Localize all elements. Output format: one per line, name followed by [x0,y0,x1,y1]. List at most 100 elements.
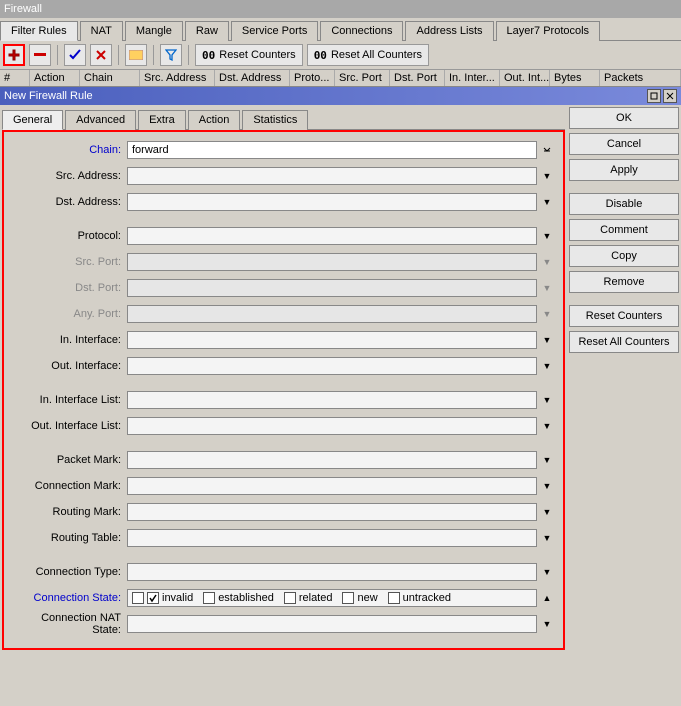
dialog-body: General Advanced Extra Action Statistics… [0,105,681,652]
out-interface-list-input[interactable] [127,417,537,435]
col-proto[interactable]: Proto... [290,70,335,86]
routing-mark-toggle[interactable]: ▼ [539,503,555,521]
dialog-close-button[interactable] [663,89,677,103]
col-src-address[interactable]: Src. Address [140,70,215,86]
chain-input[interactable] [127,141,537,159]
connection-state-toggle[interactable]: ▲ [539,589,555,607]
dialog-titlebar: New Firewall Rule [0,87,681,105]
dtab-extra[interactable]: Extra [138,110,186,130]
reset-all-counters-button[interactable]: 00 Reset All Counters [307,44,429,66]
connection-mark-input[interactable] [127,477,537,495]
protocol-toggle[interactable]: ▼ [539,227,555,245]
tab-connections[interactable]: Connections [320,21,403,41]
disable-button[interactable]: Disable [569,193,679,215]
apply-button[interactable]: Apply [569,159,679,181]
established-checkbox[interactable] [203,592,215,604]
dst-address-toggle[interactable]: ▼ [539,193,555,211]
untracked-label: untracked [403,592,451,604]
in-interface-input[interactable] [127,331,537,349]
remove-button[interactable]: Remove [569,271,679,293]
col-action[interactable]: Action [30,70,80,86]
col-num[interactable]: # [0,70,30,86]
col-dst-port[interactable]: Dst. Port [390,70,445,86]
protocol-input[interactable] [127,227,537,245]
invalid-neg-checkbox[interactable] [132,592,144,604]
reset-counters-button[interactable]: 00 Reset Counters [195,44,303,66]
invalid-checkbox[interactable] [147,592,159,604]
disable-button[interactable] [90,44,112,66]
connection-mark-toggle[interactable]: ▼ [539,477,555,495]
src-port-label: Src. Port: [12,256,127,268]
packet-mark-toggle[interactable]: ▼ [539,451,555,469]
reset-all-counters-button[interactable]: Reset All Counters [569,331,679,353]
tab-filter-rules[interactable]: Filter Rules [0,21,78,41]
comment-button[interactable] [125,44,147,66]
untracked-checkbox[interactable] [388,592,400,604]
dtab-advanced[interactable]: Advanced [65,110,136,130]
in-interface-list-toggle[interactable]: ▼ [539,391,555,409]
src-address-input[interactable] [127,167,537,185]
add-button[interactable] [3,44,25,66]
connection-type-toggle[interactable]: ▼ [539,563,555,581]
toolbar-separator [57,45,58,65]
any-port-input [127,305,537,323]
dst-address-input[interactable] [127,193,537,211]
connection-nat-state-label: Connection NAT State: [12,612,127,636]
cancel-button[interactable]: Cancel [569,133,679,155]
dtab-action[interactable]: Action [188,110,241,130]
dialog-side-buttons: OK Cancel Apply Disable Comment Copy Rem… [569,107,679,650]
x-icon [96,50,106,60]
reset-counters-label: Reset Counters [219,49,295,61]
connection-state-label: Connection State: [12,592,127,604]
in-interface-toggle[interactable]: ▼ [539,331,555,349]
col-src-port[interactable]: Src. Port [335,70,390,86]
out-interface-input[interactable] [127,357,537,375]
in-interface-list-input[interactable] [127,391,537,409]
dst-port-toggle: ▼ [539,279,555,297]
toolbar-separator [118,45,119,65]
dialog-minimize-button[interactable] [647,89,661,103]
chain-dropdown[interactable] [539,141,555,159]
dtab-general[interactable]: General [2,110,63,130]
src-port-toggle: ▼ [539,253,555,271]
tab-nat[interactable]: NAT [80,21,123,41]
routing-table-input[interactable] [127,529,537,547]
tab-raw[interactable]: Raw [185,21,229,41]
remove-button[interactable] [29,44,51,66]
related-checkbox[interactable] [284,592,296,604]
col-packets[interactable]: Packets [600,70,681,86]
invalid-label: invalid [162,592,193,604]
enable-button[interactable] [64,44,86,66]
comment-icon [129,50,143,60]
col-out-int[interactable]: Out. Int... [500,70,550,86]
restore-icon [650,92,658,100]
reset-counters-button[interactable]: Reset Counters [569,305,679,327]
comment-button[interactable]: Comment [569,219,679,241]
ok-button[interactable]: OK [569,107,679,129]
dtab-statistics[interactable]: Statistics [242,110,308,130]
dst-address-label: Dst. Address: [12,196,127,208]
counter-icon: 00 [314,49,327,62]
filter-button[interactable] [160,44,182,66]
col-dst-address[interactable]: Dst. Address [215,70,290,86]
tab-service-ports[interactable]: Service Ports [231,21,318,41]
routing-mark-input[interactable] [127,503,537,521]
new-checkbox[interactable] [342,592,354,604]
col-in-int[interactable]: In. Inter... [445,70,500,86]
connection-type-input[interactable] [127,563,537,581]
main-tabs: Filter Rules NAT Mangle Raw Service Port… [0,18,681,41]
col-bytes[interactable]: Bytes [550,70,600,86]
check-icon [149,594,158,603]
col-chain[interactable]: Chain [80,70,140,86]
src-address-toggle[interactable]: ▼ [539,167,555,185]
packet-mark-input[interactable] [127,451,537,469]
tab-address-lists[interactable]: Address Lists [405,21,493,41]
out-interface-list-toggle[interactable]: ▼ [539,417,555,435]
connection-nat-state-toggle[interactable]: ▼ [539,615,555,633]
copy-button[interactable]: Copy [569,245,679,267]
routing-table-toggle[interactable]: ▼ [539,529,555,547]
out-interface-toggle[interactable]: ▼ [539,357,555,375]
tab-mangle[interactable]: Mangle [125,21,183,41]
tab-layer7[interactable]: Layer7 Protocols [496,21,601,41]
connection-nat-state-input[interactable] [127,615,537,633]
